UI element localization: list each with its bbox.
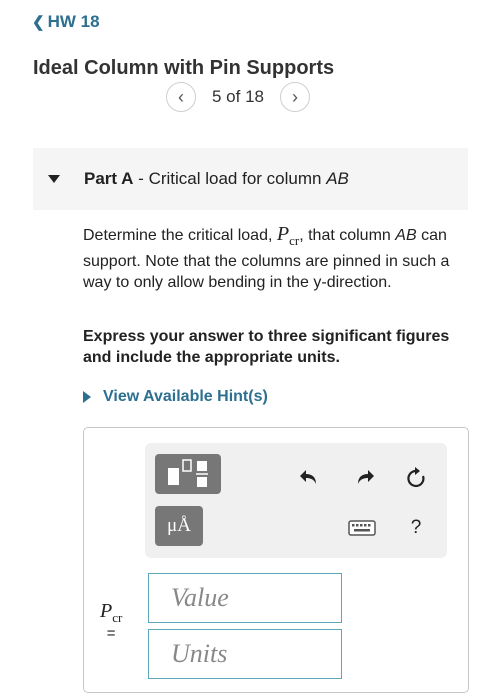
next-button[interactable]: ›	[280, 82, 310, 112]
variable-sub: cr	[112, 610, 123, 625]
pager-text: 5 of 18	[212, 87, 264, 106]
back-link-label: HW 18	[47, 12, 100, 31]
pcr-symbol: Pcr	[276, 223, 300, 249]
question-text: Determine the critical load, Pcr, that c…	[83, 224, 478, 293]
equals-sign: =	[106, 625, 116, 642]
expand-triangle-icon	[83, 391, 91, 403]
redo-button[interactable]	[353, 465, 377, 489]
units-input[interactable]	[148, 629, 342, 679]
variable-symbol: Pcr	[100, 600, 122, 626]
question-sentence-2: , that column	[299, 227, 391, 244]
math-toolbar: μÅ ?	[145, 443, 447, 558]
variable-label: Pcr =	[100, 600, 122, 642]
units-button-label: μÅ	[167, 515, 191, 536]
reset-icon	[407, 467, 425, 488]
undo-button[interactable]	[297, 465, 321, 489]
answer-instruction: Express your answer to three significant…	[83, 328, 450, 366]
chevron-left-icon: ‹	[178, 86, 184, 107]
help-icon: ?	[410, 517, 422, 538]
collapse-triangle-icon	[48, 175, 60, 183]
chevron-right-icon: ›	[292, 86, 298, 107]
chevron-left-icon: ❮	[32, 14, 45, 31]
units-button[interactable]: μÅ	[155, 506, 203, 546]
part-description: Critical load for column	[148, 169, 327, 188]
pager: ‹ 5 of 18 ›	[166, 82, 310, 112]
pcr-sub: cr	[289, 233, 300, 248]
templates-icon	[168, 459, 208, 487]
part-a-title: Part A - Critical load for column AB	[84, 169, 349, 189]
reset-button[interactable]	[403, 465, 429, 491]
previous-button[interactable]: ‹	[166, 82, 196, 112]
variable-var: P	[100, 600, 113, 622]
redo-icon	[358, 470, 374, 484]
question-sentence-1: Determine the critical load,	[83, 227, 273, 244]
value-input[interactable]	[148, 573, 342, 623]
part-column-name: AB	[326, 169, 349, 188]
templates-button[interactable]	[155, 454, 221, 494]
part-separator: -	[133, 169, 149, 188]
part-a-header[interactable]: Part A - Critical load for column AB	[33, 148, 468, 210]
view-hints-toggle[interactable]: View Available Hint(s)	[83, 388, 268, 406]
keyboard-icon	[348, 520, 376, 536]
question-column-name: AB	[395, 227, 417, 244]
pcr-var: P	[276, 223, 290, 245]
help-button[interactable]: ?	[403, 515, 429, 541]
page-title: Ideal Column with Pin Supports	[33, 57, 335, 79]
keyboard-button[interactable]	[347, 518, 377, 538]
view-hints-label: View Available Hint(s)	[103, 388, 268, 405]
undo-icon	[300, 470, 316, 484]
part-label: Part A	[84, 169, 134, 188]
back-link[interactable]: ❮ HW 18	[32, 12, 100, 32]
